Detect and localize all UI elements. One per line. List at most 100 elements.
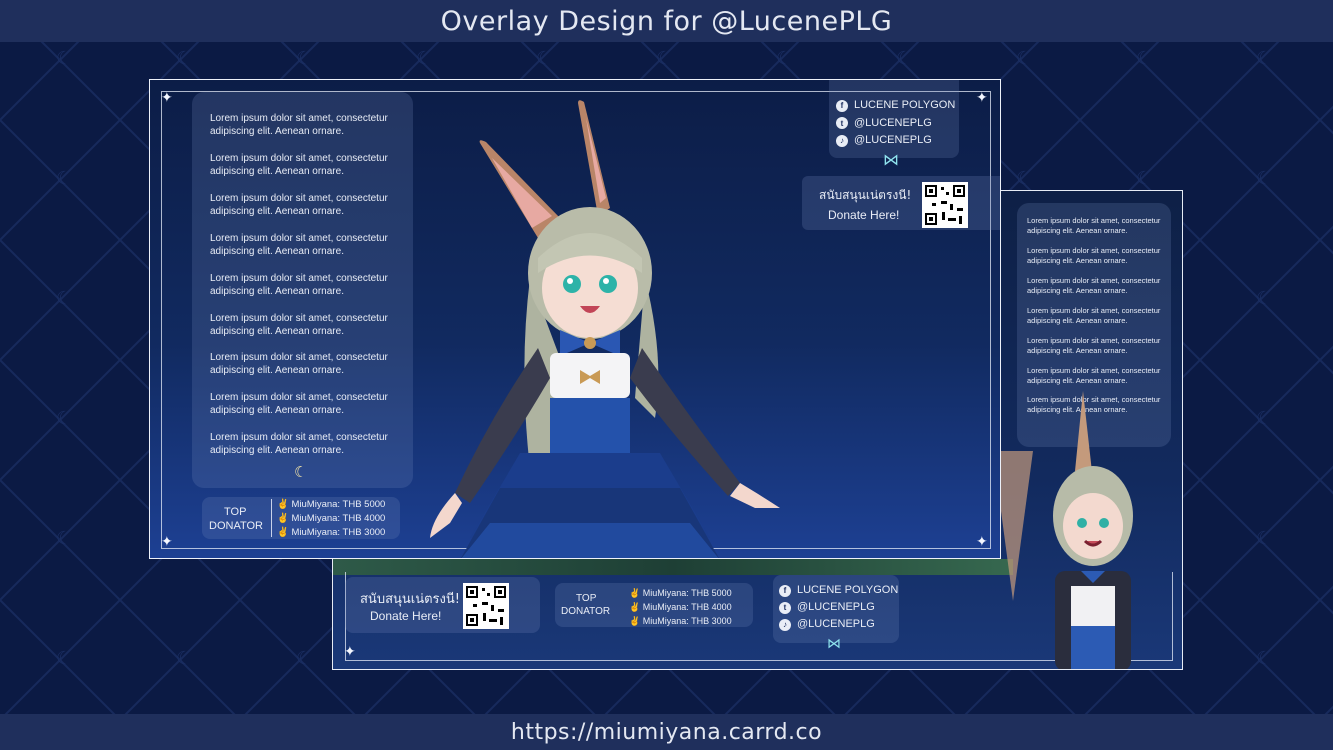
lorem-line: adipiscing elit. Aenean ornare. <box>1027 285 1128 295</box>
lorem-line: adipiscing elit. Aenean ornare. <box>210 445 344 457</box>
lorem-line: Lorem ipsum dolor sit amet, consectetur <box>210 232 388 244</box>
sparkle-icon: ✦ <box>976 534 988 550</box>
lorem-line: adipiscing elit. Aenean ornare. <box>210 285 344 297</box>
lorem-paragraph: Lorem ipsum dolor sit amet, consectetur a… <box>1027 276 1160 296</box>
donator-name: MiuMiyana: <box>642 616 689 626</box>
top-donator-label-2: DONATOR <box>209 520 263 532</box>
facebook-label: LUCENE POLYGON <box>854 99 956 111</box>
lorem-paragraph: Lorem ipsum dolor sit amet, consectetur a… <box>210 351 388 377</box>
tiktok-icon: ♪ <box>836 134 848 147</box>
lorem-line: Lorem ipsum dolor sit amet, consectetur <box>1027 216 1161 225</box>
social-facebook[interactable]: f LUCENE POLYGON <box>779 582 898 599</box>
lorem-paragraph: Lorem ipsum dolor sit amet, consectetur a… <box>1027 306 1160 326</box>
donate-label[interactable]: Donate Here! <box>370 609 441 623</box>
lorem-line: Lorem ipsum dolor sit amet, consectetur <box>1027 275 1161 285</box>
lorem-paragraph: Lorem ipsum dolor sit amet, consectetur a… <box>210 192 388 218</box>
bunny-icon: ✌ <box>277 527 289 538</box>
bunny-icon: ✌ <box>277 499 289 510</box>
donator-row: ✌ MiuMiyana: THB 5000 <box>629 588 732 598</box>
social-list: f LUCENE POLYGON t @LUCENEPLG ♪ @LUCENEPLG <box>779 582 898 633</box>
lorem-line: Lorem ipsum dolor sit amet, consectetur <box>210 192 388 204</box>
character-illustration <box>430 100 780 558</box>
donator-amount: THB 5000 <box>342 499 386 510</box>
top-donator-label-1: TOP <box>224 506 247 518</box>
bow-icon: ⋈ <box>883 150 899 169</box>
lorem-line: Lorem ipsum dolor sit amet, consectetur <box>210 312 388 324</box>
divider <box>271 499 272 537</box>
lorem-line: adipiscing elit. Aenean ornare. <box>210 126 344 137</box>
donator-name: MiuMiyana: <box>291 527 341 538</box>
donator-row: ✌ MiuMiyana: THB 4000 <box>629 602 732 612</box>
page-title: Overlay Design for @LucenePLG <box>440 5 893 37</box>
social-twitter[interactable]: t @LUCENEPLG <box>779 599 898 616</box>
top-donator-list: ✌ MiuMiyana: THB 5000 ✌ MiuMiyana: THB 4… <box>629 586 732 628</box>
lorem-line: Lorem ipsum dolor sit amet, consectetur <box>210 432 388 444</box>
lorem-line: Lorem ipsum dolor sit amet, consectetur <box>210 113 388 124</box>
character-illustration-small <box>993 391 1133 669</box>
footer-bar: https://miumiyana.carrd.co <box>0 714 1333 750</box>
header-bar: Overlay Design for @LucenePLG <box>0 0 1333 42</box>
donator-row: ✌ MiuMiyana: THB 4000 <box>277 512 385 526</box>
social-tiktok[interactable]: ♪ @LUCENEPLG <box>836 132 955 150</box>
overlay-preview-top: ✦ ✦ ✦ ✦ Lorem ipsum dolor sit amet, cons… <box>149 79 1001 559</box>
social-facebook[interactable]: f LUCENE POLYGON <box>836 97 955 115</box>
lorem-line: adipiscing elit. Aenean ornare. <box>210 245 344 257</box>
lorem-line: Lorem ipsum dolor sit amet, consectetur <box>210 392 388 404</box>
lorem-paragraph: Lorem ipsum dolor sit amet, consectetur a… <box>1027 216 1160 236</box>
lorem-line: adipiscing elit. Aenean ornare. <box>1027 255 1128 265</box>
lorem-line: adipiscing elit. Aenean ornare. <box>210 325 344 337</box>
lorem-line: adipiscing elit. Aenean ornare. <box>210 405 344 417</box>
lorem-line: Lorem ipsum dolor sit amet, consectetur <box>1027 245 1161 255</box>
donator-amount: THB 3000 <box>342 527 386 538</box>
tiktok-label: @LUCENEPLG <box>854 134 932 146</box>
lorem-line: adipiscing elit. Aenean ornare. <box>210 205 344 217</box>
twitter-icon: t <box>779 601 791 614</box>
donator-amount: THB 5000 <box>691 588 732 598</box>
lorem-paragraph: Lorem ipsum dolor sit amet, consectetur a… <box>1027 336 1160 356</box>
qr-code[interactable] <box>922 182 968 228</box>
donate-label[interactable]: Donate Here! <box>828 208 899 222</box>
qr-code[interactable] <box>463 583 509 629</box>
top-donator-list: ✌ MiuMiyana: THB 5000 ✌ MiuMiyana: THB 4… <box>277 498 385 540</box>
top-donator-label-1: TOP <box>576 593 597 604</box>
lorem-line: adipiscing elit. Aenean ornare. <box>210 165 344 177</box>
sparkle-icon: ✦ <box>976 90 988 106</box>
lorem-paragraph: Lorem ipsum dolor sit amet, consectetur a… <box>210 431 388 457</box>
social-tiktok[interactable]: ♪ @LUCENEPLG <box>779 616 898 633</box>
sparkle-icon: ✦ <box>161 534 173 550</box>
sparkle-icon: ✦ <box>344 644 356 660</box>
tiktok-icon: ♪ <box>779 618 791 631</box>
donator-name: MiuMiyana: <box>291 513 341 524</box>
social-twitter[interactable]: t @LUCENEPLG <box>836 115 955 133</box>
lorem-line: Lorem ipsum dolor sit amet, consectetur <box>210 272 388 284</box>
donator-name: MiuMiyana: <box>291 499 341 510</box>
donator-amount: THB 4000 <box>342 513 386 524</box>
social-list: f LUCENE POLYGON t @LUCENEPLG ♪ @LUCENEPLG <box>836 97 955 150</box>
lorem-line: Lorem ipsum dolor sit amet, consectetur <box>210 152 388 164</box>
lorem-paragraph: Lorem ipsum dolor sit amet, consectetur a… <box>210 312 388 338</box>
lorem-line: adipiscing elit. Aenean ornare. <box>210 365 344 377</box>
donate-thai-text: สนับสนุนเน่ตรงนี! <box>360 592 460 607</box>
donator-amount: THB 3000 <box>691 616 732 626</box>
bow-icon: ⋈ <box>827 636 841 652</box>
facebook-icon: f <box>779 584 791 597</box>
lorem-paragraph: Lorem ipsum dolor sit amet, consectetur a… <box>1027 246 1160 266</box>
donator-row: ✌ MiuMiyana: THB 3000 <box>629 616 732 626</box>
twitter-label: @LUCENEPLG <box>854 116 932 129</box>
footer-url-link[interactable]: https://miumiyana.carrd.co <box>511 720 822 745</box>
lorem-paragraph: Lorem ipsum dolor sit amet, consectetur a… <box>210 391 388 417</box>
sparkle-icon: ✦ <box>161 90 173 106</box>
facebook-icon: f <box>836 99 848 112</box>
donator-name: MiuMiyana: <box>642 588 689 598</box>
lorem-paragraph: Lorem ipsum dolor sit amet, consectetur a… <box>210 112 388 138</box>
top-donator-label-2: DONATOR <box>561 606 611 617</box>
twitter-label: @LUCENEPLG <box>797 601 875 613</box>
lorem-line: Lorem ipsum dolor sit amet, consectetur <box>1027 305 1161 315</box>
twitter-icon: t <box>836 117 848 130</box>
donator-row: ✌ MiuMiyana: THB 3000 <box>277 526 385 540</box>
lorem-paragraph: Lorem ipsum dolor sit amet, consectetur a… <box>210 152 388 178</box>
donator-row: ✌ MiuMiyana: THB 5000 <box>277 498 385 512</box>
lorem-line: Lorem ipsum dolor sit amet, consectetur <box>210 352 388 364</box>
donator-amount: THB 4000 <box>691 602 732 612</box>
moon-icon: ☾ <box>294 463 308 481</box>
